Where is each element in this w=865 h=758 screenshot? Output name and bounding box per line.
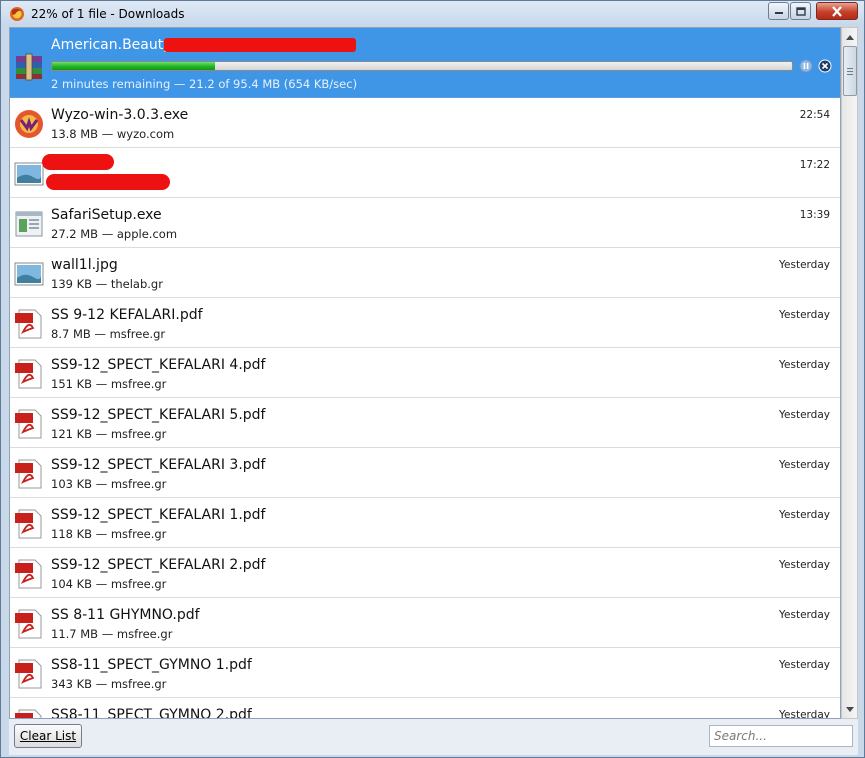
download-row[interactable]: SS9-12_SPECT_KEFALARI 1.pdf 118 KB — msf… (10, 498, 840, 548)
title-bar[interactable]: 22% of 1 file - Downloads (1, 1, 864, 27)
download-time: Yesterday (779, 459, 830, 471)
close-icon (832, 5, 842, 17)
window-title: 22% of 1 file - Downloads (31, 7, 185, 21)
active-download-status: 2 minutes remaining — 21.2 of 95.4 MB (6… (51, 77, 358, 91)
download-row[interactable]: SafariSetup.exe 27.2 MB — apple.com 13:3… (10, 198, 840, 248)
download-name: SS9-12_SPECT_KEFALARI 2.pdf (51, 557, 266, 573)
active-download-row[interactable]: American.Beauty. 2 minutes remaining — 2… (10, 28, 840, 98)
download-name: SS9-12_SPECT_KEFALARI 5.pdf (51, 407, 266, 423)
image-file-icon (14, 262, 44, 286)
redaction-mark (42, 154, 114, 170)
download-time: Yesterday (779, 559, 830, 571)
download-name: SS9-12_SPECT_KEFALARI 4.pdf (51, 357, 266, 373)
download-row[interactable]: SS9-12_SPECT_KEFALARI 4.pdf 151 KB — msf… (10, 348, 840, 398)
download-meta: 104 KB — msfree.gr (51, 577, 167, 591)
download-name: Wyzo-win-3.0.3.exe (51, 107, 189, 123)
download-progress-fill (52, 62, 215, 70)
download-time: 17:22 (799, 159, 830, 171)
download-meta: 151 KB — msfree.gr (51, 377, 167, 391)
installer-file-icon (15, 211, 43, 237)
download-meta: 103 KB — msfree.gr (51, 477, 167, 491)
download-row[interactable]: SS8-11_SPECT_GYMNO 1.pdf 343 KB — msfree… (10, 648, 840, 698)
download-meta: 8.7 MB — msfree.gr (51, 327, 166, 341)
download-progress-bar (51, 61, 793, 71)
download-name: SS8-11_SPECT_GYMNO 1.pdf (51, 657, 252, 673)
maximize-icon (795, 6, 806, 16)
firefox-icon (10, 7, 24, 21)
scroll-down-button[interactable] (843, 701, 857, 717)
active-download-name: American.Beauty. (51, 37, 174, 53)
bottom-toolbar: Clear List (9, 719, 858, 755)
search-input[interactable] (709, 725, 853, 747)
download-time: Yesterday (779, 409, 830, 421)
download-row[interactable]: SS9-12_SPECT_KEFALARI 2.pdf 104 KB — msf… (10, 548, 840, 598)
download-time: Yesterday (779, 259, 830, 271)
download-time: Yesterday (779, 659, 830, 671)
download-meta: 139 KB — thelab.gr (51, 277, 163, 291)
pdf-file-icon (15, 409, 42, 439)
download-meta: 343 KB — msfree.gr (51, 677, 167, 691)
minimize-icon (774, 12, 783, 14)
close-button[interactable] (816, 2, 858, 20)
download-meta: 121 KB — msfree.gr (51, 427, 167, 441)
wyzo-app-icon (15, 110, 43, 138)
download-time: Yesterday (779, 309, 830, 321)
scroll-grip-line (847, 71, 853, 72)
pdf-file-icon (15, 509, 42, 539)
pdf-file-icon (15, 609, 42, 639)
pdf-file-icon (15, 709, 42, 718)
pdf-file-icon (15, 359, 42, 389)
download-meta: 11.7 MB — msfree.gr (51, 627, 173, 641)
download-time: 22:54 (799, 109, 830, 121)
scrollbar-thumb[interactable] (843, 46, 857, 96)
download-row[interactable]: SS9-12_SPECT_KEFALARI 5.pdf 121 KB — msf… (10, 398, 840, 448)
scroll-grip-line (847, 68, 853, 69)
maximize-button[interactable] (790, 2, 811, 20)
cancel-download-icon[interactable] (818, 59, 832, 73)
download-row[interactable]: Wyzo-win-3.0.3.exe 13.8 MB — wyzo.com 22… (10, 98, 840, 148)
download-name: SafariSetup.exe (51, 207, 162, 223)
redaction-mark (164, 38, 356, 52)
download-name: SS8-11_SPECT_GYMNO 2.pdf (51, 707, 252, 719)
download-time: Yesterday (779, 609, 830, 621)
pdf-file-icon (15, 559, 42, 589)
download-name: SS9-12_SPECT_KEFALARI 3.pdf (51, 457, 266, 473)
pdf-file-icon (15, 459, 42, 489)
download-row[interactable]: SS 9-12 KEFALARI.pdf 8.7 MB — msfree.gr … (10, 298, 840, 348)
download-row[interactable]: wall1l.jpg 139 KB — thelab.gr Yesterday (10, 248, 840, 298)
download-meta: 27.2 MB — apple.com (51, 227, 178, 241)
download-row[interactable]: SS 8-11 GHYMNO.pdf 11.7 MB — msfree.gr Y… (10, 598, 840, 648)
scroll-up-button[interactable] (843, 29, 857, 45)
download-name: SS9-12_SPECT_KEFALARI 1.pdf (51, 507, 266, 523)
pdf-file-icon (15, 659, 42, 689)
download-meta: 118 KB — msfree.gr (51, 527, 167, 541)
downloads-list[interactable]: American.Beauty. 2 minutes remaining — 2… (9, 27, 841, 719)
image-file-icon (14, 162, 44, 186)
downloads-window: 22% of 1 file - Downloads American.Beaut… (0, 0, 865, 758)
download-time: Yesterday (779, 359, 830, 371)
download-name: SS 8-11 GHYMNO.pdf (51, 607, 200, 623)
download-time: 13:39 (799, 209, 830, 221)
download-row[interactable]: 17:22 (10, 148, 840, 198)
minimize-button[interactable] (768, 2, 789, 20)
download-name: SS 9-12 KEFALARI.pdf (51, 307, 203, 323)
clear-list-button[interactable]: Clear List (14, 724, 82, 748)
download-meta: 13.8 MB — wyzo.com (51, 127, 175, 141)
download-row[interactable]: SS9-12_SPECT_KEFALARI 3.pdf 103 KB — msf… (10, 448, 840, 498)
scroll-grip-line (847, 74, 853, 75)
vertical-scrollbar[interactable] (841, 27, 858, 719)
pdf-file-icon (15, 309, 42, 339)
chevron-up-icon (846, 34, 854, 40)
pause-icon[interactable] (799, 59, 813, 73)
download-time: Yesterday (779, 709, 830, 719)
chevron-down-icon (846, 706, 854, 712)
download-row[interactable]: SS8-11_SPECT_GYMNO 2.pdf Yesterday (10, 698, 840, 719)
download-name: wall1l.jpg (51, 257, 118, 273)
download-time: Yesterday (779, 509, 830, 521)
winrar-archive-icon (16, 53, 42, 81)
redaction-mark (46, 174, 170, 190)
